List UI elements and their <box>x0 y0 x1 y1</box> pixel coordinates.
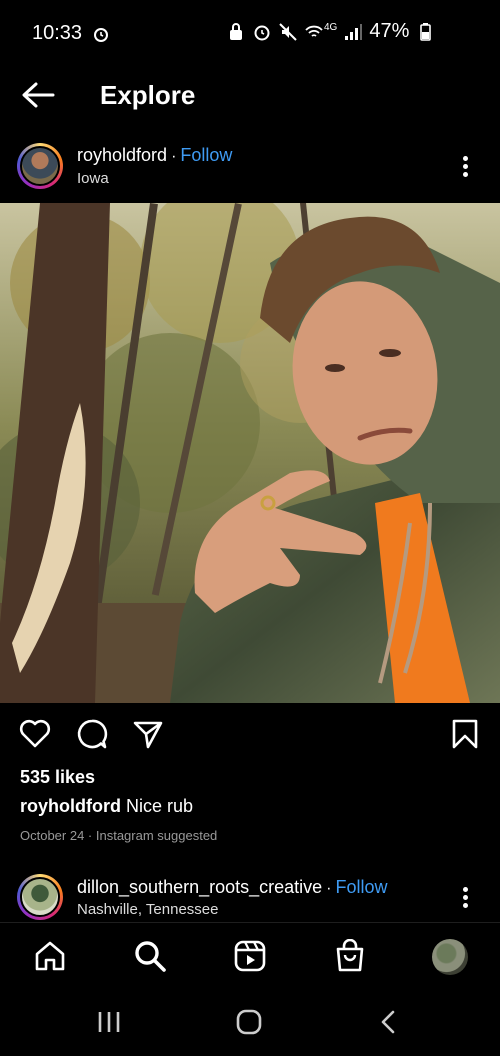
battery-icon <box>420 22 432 41</box>
post-avatar[interactable] <box>17 143 63 189</box>
caption-username[interactable]: royholdford <box>20 796 121 816</box>
home-button-icon[interactable] <box>235 1009 263 1035</box>
page-title: Explore <box>100 80 196 110</box>
share-icon[interactable] <box>131 717 165 751</box>
shop-icon[interactable] <box>333 939 367 973</box>
next-more-options-icon[interactable] <box>463 884 469 911</box>
battery-percent: 47% <box>369 20 410 42</box>
network-type: 4G <box>324 22 338 33</box>
post-photo[interactable] <box>0 203 500 703</box>
profile-avatar[interactable] <box>432 939 468 975</box>
post-username[interactable]: royholdford <box>77 145 167 165</box>
lock-icon <box>230 22 242 40</box>
post-user-line: royholdford · Follow <box>77 145 233 165</box>
status-time: 10:33 <box>32 22 83 44</box>
back-arrow-icon[interactable] <box>20 80 56 110</box>
follow-button[interactable]: Follow <box>180 145 232 165</box>
reels-icon[interactable] <box>233 939 267 973</box>
post-caption: royholdford Nice rub <box>20 796 193 817</box>
comment-icon[interactable] <box>75 717 109 751</box>
search-icon[interactable] <box>133 939 167 973</box>
likes-count[interactable]: 535 likes <box>20 767 95 788</box>
mute-icon <box>279 22 297 41</box>
next-post-user-line: dillon_southern_roots_creative · Follow <box>77 877 388 897</box>
home-icon[interactable] <box>33 939 67 973</box>
avatar-image <box>20 877 60 917</box>
next-follow-button[interactable]: Follow <box>335 877 387 897</box>
caption-text: Nice rub <box>126 796 194 816</box>
alarm-icon <box>254 25 270 40</box>
bookmark-icon[interactable] <box>448 717 482 751</box>
heart-icon[interactable] <box>18 717 52 751</box>
avatar-image <box>20 146 60 186</box>
alarm-icon <box>94 28 108 42</box>
more-options-icon[interactable] <box>463 153 469 180</box>
recent-apps-icon[interactable] <box>96 1010 122 1034</box>
next-post-location[interactable]: Nashville, Tennessee <box>77 901 218 918</box>
photo-image <box>0 203 500 703</box>
post-location[interactable]: Iowa <box>77 170 109 187</box>
back-button-icon[interactable] <box>378 1010 400 1034</box>
status-icons: 4G 47% <box>226 20 435 43</box>
next-post-avatar[interactable] <box>17 874 63 920</box>
signal-icon <box>345 23 363 40</box>
next-post-username[interactable]: dillon_southern_roots_creative <box>77 877 322 897</box>
post-meta: October 24 · Instagram suggested <box>20 828 218 843</box>
wifi-icon <box>305 25 323 37</box>
